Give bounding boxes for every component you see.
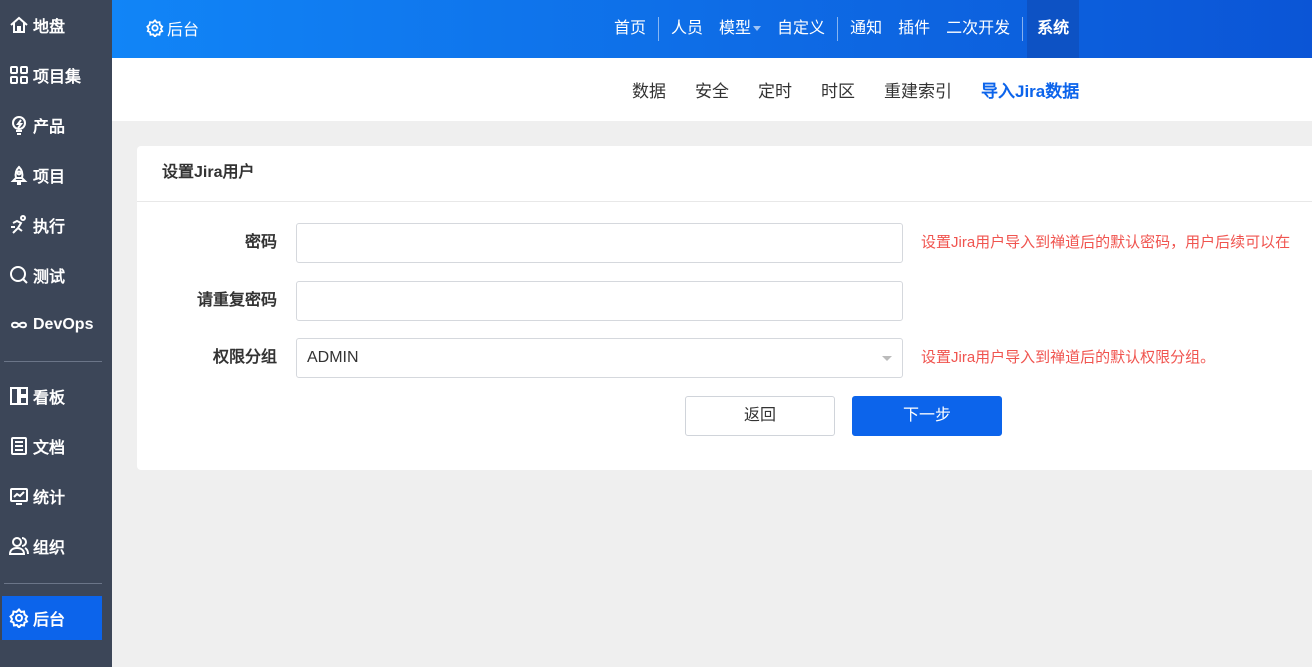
top-navbar: 后台 首页 人员 模型 自定义 通知 插件 二次开发 系统 (112, 0, 1312, 58)
brand-label: 后台 (167, 22, 200, 39)
subnav-cron[interactable]: 定时 (758, 77, 792, 102)
group-select[interactable]: ADMIN (296, 338, 903, 378)
subnav-data[interactable]: 数据 (632, 77, 666, 102)
infinity-icon (10, 321, 28, 329)
document-icon (11, 437, 27, 455)
subnav-import-jira[interactable]: 导入Jira数据 (981, 77, 1079, 102)
nav-separator (658, 17, 660, 41)
grid-icon (10, 66, 28, 84)
sidebar-item-label: 统计 (33, 490, 66, 507)
nav-separator (1022, 17, 1024, 41)
nav-people[interactable]: 人员 (663, 0, 711, 58)
chevron-down-icon (882, 356, 892, 366)
sidebar-item-execution[interactable]: 执行 (0, 203, 102, 247)
sidebar-item-stats[interactable]: 统计 (0, 474, 102, 518)
sidebar-item-label: 组织 (33, 540, 66, 557)
group-hint: 设置Jira用户导入到禅道后的默认权限分组。 (921, 349, 1216, 366)
sidebar-divider (4, 361, 102, 362)
nav-plugin[interactable]: 插件 (890, 0, 938, 58)
repeat-password-input[interactable] (296, 281, 903, 321)
group-label: 权限分组 (212, 349, 277, 366)
nav-dev[interactable]: 二次开发 (938, 0, 1018, 58)
main-nav: 首页 人员 模型 自定义 通知 插件 二次开发 系统 (606, 0, 1080, 58)
gear-icon (9, 608, 29, 628)
home-icon (10, 16, 28, 33)
sidebar-item-devops[interactable]: DevOps (0, 303, 102, 347)
nav-separator (837, 17, 839, 41)
chevron-down-icon (753, 26, 762, 35)
sidebar-item-label: 测试 (33, 269, 66, 286)
nav-custom[interactable]: 自定义 (769, 0, 833, 58)
nav-home[interactable]: 首页 (606, 0, 654, 58)
sidebar-item-doc[interactable]: 文档 (0, 424, 102, 468)
sidebar-item-kanban[interactable]: 看板 (0, 374, 102, 418)
sidebar-item-test[interactable]: 测试 (0, 253, 102, 297)
nav-system[interactable]: 系统 (1027, 0, 1080, 58)
chart-icon (10, 488, 28, 505)
nav-model[interactable]: 模型 (711, 0, 769, 58)
sub-navbar: 数据 安全 定时 时区 重建索引 导入Jira数据 (112, 58, 1312, 121)
kanban-icon (10, 387, 28, 405)
next-button[interactable]: 下一步 (852, 396, 1002, 436)
nav-notify[interactable]: 通知 (842, 0, 890, 58)
sidebar-item-label: 看板 (33, 390, 66, 407)
sidebar-item-program[interactable]: 项目集 (0, 53, 102, 97)
rocket-icon (10, 165, 28, 185)
sidebar-item-label: DevOps (33, 316, 94, 333)
sidebar-item-admin[interactable]: 后台 (2, 596, 102, 640)
sidebar-divider (4, 583, 102, 584)
sidebar-item-label: 后台 (33, 612, 66, 629)
search-icon (10, 266, 28, 284)
panel-title: 设置Jira用户 (137, 146, 1312, 202)
back-button[interactable]: 返回 (685, 396, 835, 436)
subnav-security[interactable]: 安全 (695, 77, 729, 102)
run-icon (11, 215, 26, 234)
sidebar-item-dashboard[interactable]: 地盘 (0, 3, 102, 47)
subnav-reindex[interactable]: 重建索引 (884, 77, 952, 102)
nav-model-label: 模型 (719, 20, 752, 37)
brand[interactable]: 后台 (146, 16, 199, 40)
password-label: 密码 (244, 234, 277, 251)
sidebar-item-label: 项目集 (33, 69, 82, 86)
sidebar: 地盘 项目集 产品 项目 执行 测试 DevOps 看板 文档 统计 组织 后台 (0, 0, 112, 667)
sidebar-item-label: 地盘 (33, 19, 66, 36)
sidebar-item-label: 项目 (33, 169, 66, 186)
group-select-value: ADMIN (307, 349, 359, 366)
sidebar-item-label: 产品 (33, 119, 66, 136)
lightbulb-icon (12, 116, 26, 135)
users-icon (9, 537, 29, 555)
sidebar-item-label: 执行 (33, 219, 66, 236)
sidebar-item-product[interactable]: 产品 (0, 103, 102, 147)
subnav-timezone[interactable]: 时区 (821, 77, 855, 102)
sidebar-item-org[interactable]: 组织 (0, 524, 102, 568)
password-hint: 设置Jira用户导入到禅道后的默认密码，用户后续可以在 (921, 234, 1291, 251)
password-input[interactable] (296, 223, 903, 263)
sidebar-item-label: 文档 (33, 440, 66, 457)
sidebar-item-project[interactable]: 项目 (0, 153, 102, 197)
gear-icon (146, 19, 164, 37)
repeat-password-label: 请重复密码 (196, 292, 277, 309)
jira-user-panel: 设置Jira用户 密码 设置Jira用户导入到禅道后的默认密码，用户后续可以在 … (137, 146, 1312, 470)
